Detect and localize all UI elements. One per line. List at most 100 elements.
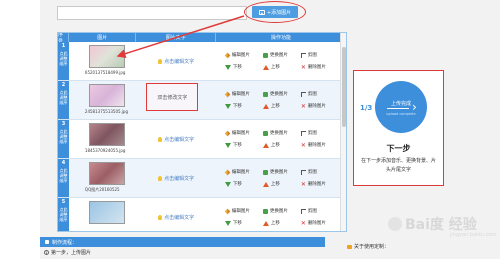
row-text[interactable]: 点击编辑文字: [164, 58, 194, 65]
text-cell[interactable]: 点击编辑文字: [136, 120, 215, 158]
move-down-button[interactable]: 下移: [224, 62, 263, 72]
crop-icon: [300, 169, 306, 175]
op-label: 更换图片: [269, 53, 288, 58]
title-input[interactable]: [57, 6, 247, 20]
crop-button[interactable]: 剪图: [300, 167, 339, 177]
op-label: 下移: [232, 65, 242, 70]
delete-image-button[interactable]: ✕ 删除图片: [301, 62, 339, 72]
grid-header: 序号 图片 图片文字 操作功能: [58, 33, 346, 45]
table-row: 4 点此 调整 顺序 QQ图片20160525 点击编辑文字 编辑图片 更换图片 剪…: [58, 159, 346, 198]
replace-image-button[interactable]: 更换图片: [262, 167, 301, 177]
order-handle[interactable]: 5 点此 调整 顺序: [58, 198, 69, 231]
crop-button[interactable]: 剪图: [300, 128, 339, 138]
text-edit-box[interactable]: 双击修改文字: [146, 83, 199, 111]
swap-icon: [262, 91, 268, 97]
next-step-title[interactable]: 下一步: [354, 143, 443, 154]
arrow-up-icon: [262, 220, 269, 226]
delete-image-button[interactable]: ✕ 删除图片: [301, 140, 339, 150]
text-cell[interactable]: 点击编辑文字: [136, 159, 215, 197]
crop-button[interactable]: 剪图: [300, 50, 339, 60]
op-label: 下移: [232, 104, 242, 109]
row-text: 双击修改文字: [157, 94, 188, 101]
row-text[interactable]: 点击编辑文字: [164, 214, 194, 221]
crop-button[interactable]: 剪图: [300, 89, 339, 99]
image-thumbnail[interactable]: [88, 162, 125, 185]
image-caption: 6520137518499.jpg: [84, 70, 126, 75]
image-thumbnail[interactable]: [88, 201, 125, 224]
op-label: 上移: [270, 182, 280, 187]
move-up-button[interactable]: 上移: [262, 140, 301, 150]
row-number: 5: [61, 199, 66, 205]
op-label: 剪图: [307, 170, 317, 175]
help-link[interactable]: 关于使用定制：: [347, 243, 389, 250]
image-cell: [69, 198, 137, 231]
move-up-button[interactable]: 上移: [262, 101, 301, 111]
bulb-icon: [158, 214, 163, 220]
op-label: 剪图: [307, 131, 317, 136]
crop-icon: [300, 208, 306, 214]
bulb-icon: [158, 136, 163, 142]
delete-image-button[interactable]: ✕ 删除图片: [301, 101, 339, 111]
replace-image-button[interactable]: 更换图片: [262, 128, 301, 138]
row-text[interactable]: 点击编辑文字: [164, 136, 194, 143]
replace-image-button[interactable]: 更换图片: [262, 89, 301, 99]
swap-icon: [262, 52, 268, 58]
move-up-button[interactable]: 上移: [262, 62, 301, 72]
pencil-icon: [224, 52, 231, 58]
edit-image-button[interactable]: 编辑图片: [224, 89, 263, 99]
replace-image-button[interactable]: 更换图片: [262, 50, 301, 60]
order-handle[interactable]: 3 点此 调整 顺序: [58, 120, 69, 158]
order-handle[interactable]: 1 点此 调整 顺序: [58, 42, 69, 80]
edit-image-button[interactable]: 编辑图片: [224, 50, 263, 60]
order-label: 顺序: [59, 217, 68, 222]
text-cell[interactable]: 点击编辑文字: [136, 42, 215, 80]
grid-scrollbar[interactable]: [340, 33, 346, 231]
op-label: 删除图片: [307, 104, 326, 109]
op-label: 更换图片: [269, 92, 288, 97]
replace-image-button[interactable]: 更换图片: [262, 206, 301, 216]
move-up-button[interactable]: 上移: [262, 218, 301, 228]
image-thumbnail[interactable]: [88, 45, 125, 68]
next-step-circle[interactable]: 上传完成 › upload complete: [375, 81, 427, 133]
op-label: 更换图片: [269, 209, 288, 214]
table-row: 3 点此 调整 顺序 1845370924055.jpg 点击编辑文字 编辑图片 更…: [58, 120, 346, 159]
delete-icon: ✕: [300, 141, 306, 149]
image-thumbnail[interactable]: [88, 123, 125, 146]
op-label: 上移: [270, 143, 280, 148]
edit-image-button[interactable]: 编辑图片: [224, 206, 263, 216]
edit-image-button[interactable]: 编辑图片: [224, 167, 263, 177]
watermark-url: jingyan.baidu.com: [450, 232, 497, 238]
pencil-icon: [224, 130, 231, 136]
step-text: 第一步，上传图片: [51, 250, 92, 256]
op-label: 剪图: [307, 209, 317, 214]
arrow-up-icon: [262, 181, 269, 187]
step-count: 1/3: [360, 104, 373, 112]
move-up-button[interactable]: 上移: [262, 179, 301, 189]
image-cell: 6520137518499.jpg: [69, 42, 137, 80]
crop-icon: [300, 91, 306, 97]
next-step-desc: 在下一步添加音乐、更换背景、片头片尾文字: [360, 158, 436, 173]
step-one: 1 第一步，上传图片: [44, 249, 91, 256]
row-text[interactable]: 点击编辑文字: [164, 175, 194, 182]
row-number: 3: [61, 121, 66, 127]
text-cell[interactable]: 双击修改文字: [136, 81, 215, 119]
move-down-button[interactable]: 下移: [224, 101, 263, 111]
text-cell[interactable]: 点击编辑文字: [136, 198, 215, 231]
order-handle[interactable]: 4 点此 调整 顺序: [58, 159, 69, 197]
crop-button[interactable]: 剪图: [300, 206, 339, 216]
move-down-button[interactable]: 下移: [224, 218, 263, 228]
move-down-button[interactable]: 下移: [224, 179, 263, 189]
op-label: 编辑图片: [231, 170, 250, 175]
delete-image-button[interactable]: ✕ 删除图片: [301, 218, 339, 228]
help-text: 关于使用定制：: [354, 244, 390, 250]
image-thumbnail[interactable]: [88, 84, 125, 107]
move-down-button[interactable]: 下移: [224, 140, 263, 150]
op-label: 删除图片: [307, 221, 326, 226]
edit-image-button[interactable]: 编辑图片: [224, 128, 263, 138]
delete-image-button[interactable]: ✕ 删除图片: [301, 179, 339, 189]
scroll-thumb[interactable]: [342, 47, 346, 127]
order-handle[interactable]: 2 点此 调整 顺序: [58, 81, 69, 119]
next-step-panel[interactable]: 1/3 上传完成 › upload complete 下一步 在下一步添加音乐、…: [353, 70, 444, 186]
order-label: 顺序: [59, 61, 68, 66]
ops-cell: 编辑图片 更换图片 剪图 下移 上移 ✕ 删除图片: [216, 42, 346, 80]
